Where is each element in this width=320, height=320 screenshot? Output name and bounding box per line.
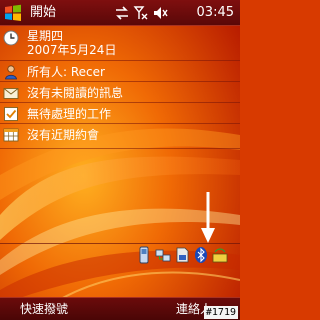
image-tag: #1719: [203, 306, 238, 319]
windows-flag-icon[interactable]: [3, 3, 23, 23]
bluetooth-icon[interactable]: [193, 246, 209, 264]
today-tasks-row[interactable]: 無待處理的工作: [0, 104, 240, 124]
wifi-icon[interactable]: [212, 246, 228, 264]
memory-card-icon[interactable]: [174, 246, 190, 264]
today-calendar-row[interactable]: 沒有近期約會: [0, 125, 240, 149]
tasks-label: 無待處理的工作: [27, 107, 112, 121]
owner-person-icon: [3, 64, 19, 80]
envelope-icon: [3, 85, 19, 101]
clock-icon: [3, 30, 19, 46]
today-messages-row[interactable]: 沒有未閱讀的訊息: [0, 83, 240, 103]
checklist-icon: [3, 106, 19, 122]
start-menu-button[interactable]: 開始: [30, 4, 56, 22]
sync-arrows-icon[interactable]: [114, 4, 130, 22]
date-full: 2007年5月24日: [27, 43, 117, 57]
annotation-arrow-icon: [201, 192, 215, 243]
status-icons: [114, 4, 168, 22]
today-owner-row[interactable]: 所有人: Recer: [0, 62, 240, 82]
phone-icon[interactable]: [136, 246, 152, 264]
today-date-row[interactable]: 星期四 2007年5月24日: [0, 27, 240, 61]
network-icon[interactable]: [155, 246, 171, 264]
owner-label: 所有人: Recer: [27, 65, 105, 79]
title-bar: 開始 03:45: [0, 0, 240, 26]
volume-muted-icon[interactable]: [152, 4, 168, 22]
notification-tray: [136, 244, 228, 266]
speed-dial-softkey[interactable]: 快速撥號: [20, 302, 68, 317]
clock[interactable]: 03:45: [197, 4, 234, 22]
device-screen: 開始 03:45 星期四 2007年5月24日 所有人: Recer 沒有未閱讀…: [0, 0, 240, 320]
no-signal-icon[interactable]: [133, 4, 149, 22]
calendar-label: 沒有近期約會: [27, 128, 100, 142]
date-weekday: 星期四: [27, 29, 64, 43]
messages-label: 沒有未閱讀的訊息: [27, 86, 124, 100]
calendar-grid-icon: [3, 127, 19, 143]
